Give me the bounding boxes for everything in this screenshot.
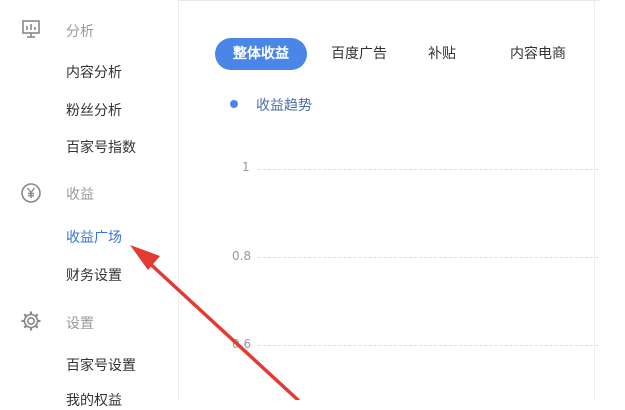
sidebar-item-finance-settings[interactable]: 财务设置 bbox=[66, 265, 122, 285]
sidebar-item-my-rights[interactable]: 我的权益 bbox=[66, 390, 122, 410]
tab-baidu-ads[interactable]: 百度广告 bbox=[323, 38, 395, 70]
legend-label: 收益趋势 bbox=[256, 98, 312, 114]
sidebar-item-baijiahao-settings[interactable]: 百家号设置 bbox=[66, 355, 136, 375]
y-tick-label: 0.6 bbox=[232, 337, 252, 351]
section-title-revenue: 收益 bbox=[66, 187, 94, 203]
revenue-trend-chart: 1 0.8 0.6 bbox=[220, 150, 600, 400]
yen-icon bbox=[21, 183, 41, 203]
section-title-settings: 设置 bbox=[66, 316, 94, 332]
y-tick-label: 1 bbox=[242, 160, 250, 174]
legend-dot bbox=[230, 100, 238, 108]
section-title-analysis: 分析 bbox=[66, 24, 94, 40]
analytics-icon bbox=[22, 20, 40, 38]
y-tick-label: 0.8 bbox=[232, 249, 252, 263]
gear-icon bbox=[21, 311, 41, 331]
tab-content-ecommerce[interactable]: 内容电商 bbox=[498, 38, 578, 70]
gridline bbox=[258, 345, 598, 346]
gridline bbox=[258, 257, 598, 258]
sidebar-item-content-analysis[interactable]: 内容分析 bbox=[66, 62, 122, 82]
tab-subsidy[interactable]: 补贴 bbox=[421, 38, 463, 70]
tab-overall-revenue[interactable]: 整体收益 bbox=[215, 38, 307, 70]
sidebar-item-baijiahao-index[interactable]: 百家号指数 bbox=[66, 137, 136, 157]
sidebar-item-revenue-square[interactable]: 收益广场 bbox=[66, 227, 122, 247]
sidebar-item-fan-analysis[interactable]: 粉丝分析 bbox=[66, 100, 122, 120]
gridline bbox=[258, 169, 598, 170]
sidebar: 分析 内容分析 粉丝分析 百家号指数 收益 收益广场 财务设置 设置 百家号设置… bbox=[0, 0, 179, 409]
